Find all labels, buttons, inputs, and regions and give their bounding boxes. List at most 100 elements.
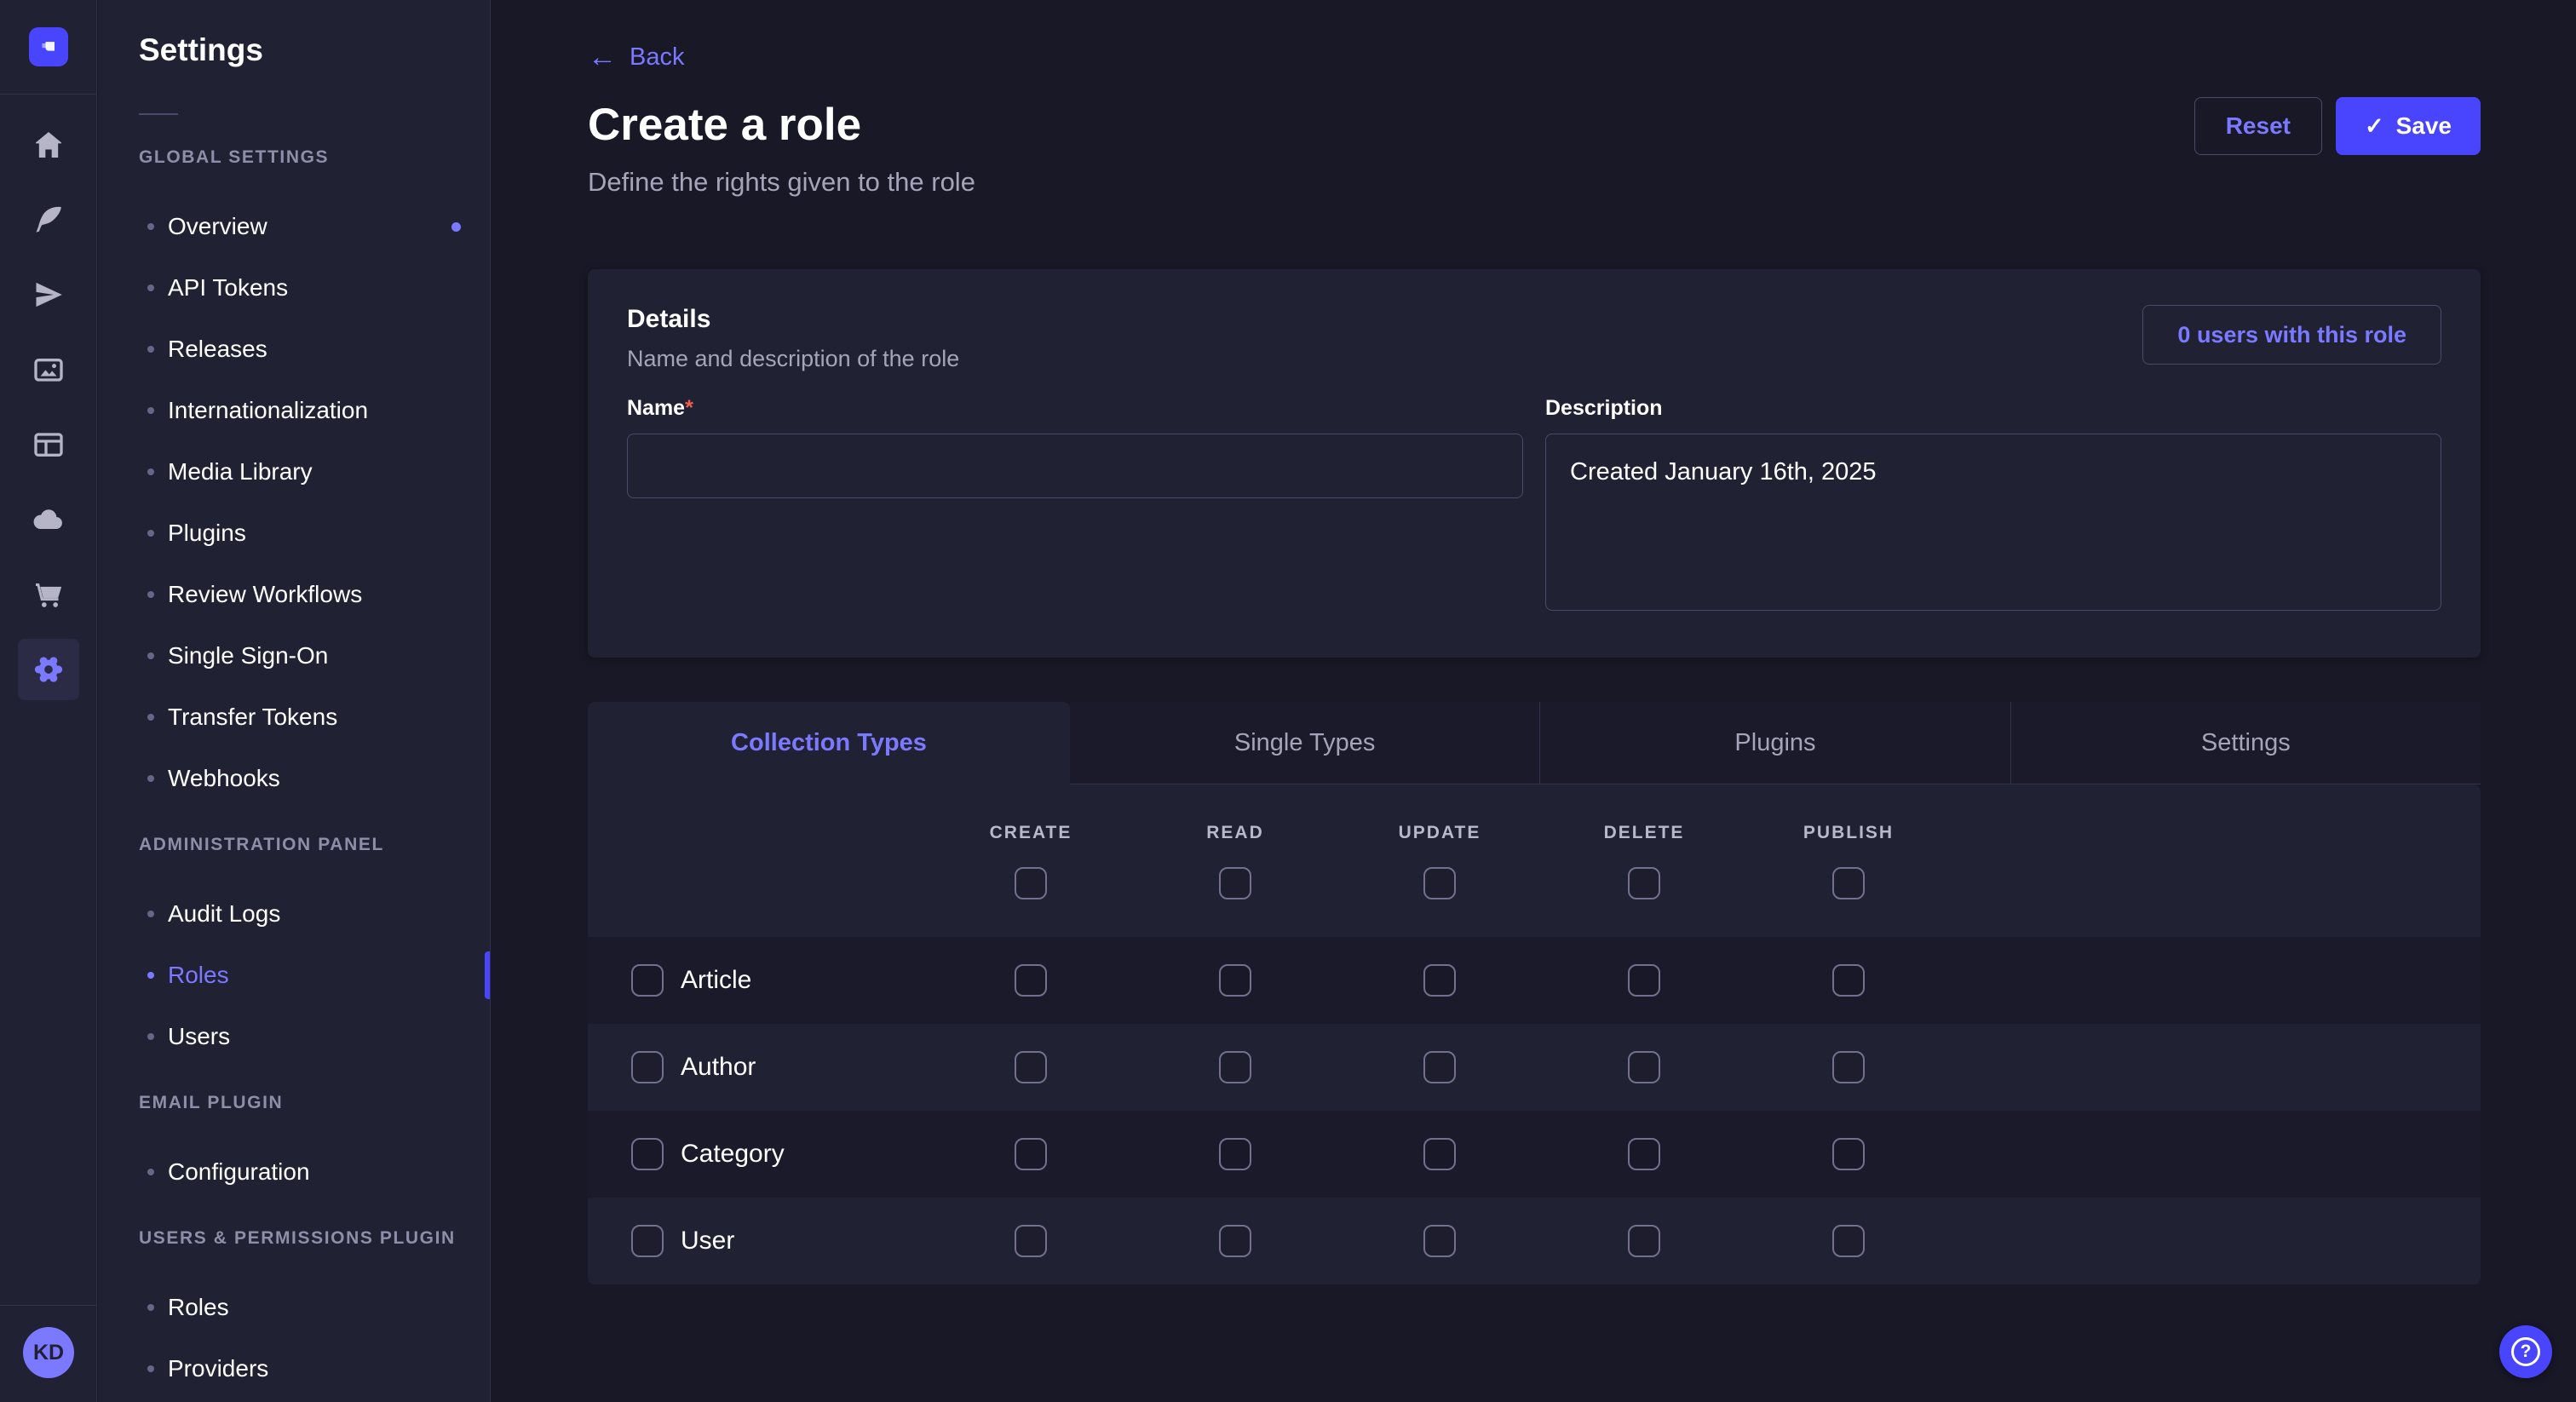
permission-cell: [929, 1051, 1133, 1083]
layout-icon[interactable]: [18, 414, 79, 475]
permission-checkbox[interactable]: [1423, 1138, 1456, 1170]
reset-button[interactable]: Reset: [2194, 97, 2322, 155]
sidebar-item-roles[interactable]: Roles: [98, 945, 490, 1006]
column-header-label: PUBLISH: [1803, 823, 1894, 843]
permission-checkbox[interactable]: [1832, 1138, 1865, 1170]
back-link[interactable]: ← Back: [588, 43, 684, 72]
paper-plane-icon[interactable]: [18, 264, 79, 325]
sidebar-item-label: Single Sign-On: [168, 642, 328, 669]
sidebar-item-media-library[interactable]: Media Library: [98, 441, 490, 503]
sidebar-item-single-sign-on[interactable]: Single Sign-On: [98, 625, 490, 687]
sidebar-item-transfer-tokens[interactable]: Transfer Tokens: [98, 687, 490, 748]
home-icon[interactable]: [18, 114, 79, 175]
permission-checkbox[interactable]: [1015, 1225, 1047, 1257]
bullet-icon: [147, 775, 154, 782]
tab-collection-types[interactable]: Collection Types: [588, 702, 1070, 784]
bullet-icon: [147, 530, 154, 537]
row-select-checkbox[interactable]: [631, 1051, 664, 1083]
sidebar-item-internationalization[interactable]: Internationalization: [98, 380, 490, 441]
cart-icon[interactable]: [18, 564, 79, 625]
permission-cell: [1746, 1138, 1951, 1170]
permission-cell: [1337, 1051, 1542, 1083]
table-row-user: User: [588, 1198, 2481, 1284]
permission-checkbox[interactable]: [1015, 1051, 1047, 1083]
permission-cell: [1542, 964, 1746, 997]
column-header-label: CREATE: [990, 823, 1072, 843]
sidebar-item-audit-logs[interactable]: Audit Logs: [98, 883, 490, 945]
details-card-titles: Details Name and description of the role: [627, 305, 959, 372]
select-all-checkbox[interactable]: [1628, 867, 1660, 899]
permission-checkbox[interactable]: [1219, 964, 1251, 997]
permission-cell: [1746, 1225, 1951, 1257]
subnav-section-heading: GLOBAL SETTINGS: [139, 146, 490, 170]
select-all-checkbox[interactable]: [1015, 867, 1047, 899]
header-spacer: [588, 784, 929, 937]
avatar[interactable]: KD: [23, 1327, 74, 1378]
description-textarea[interactable]: Created January 16th, 2025: [1545, 434, 2441, 611]
permission-cell: [1542, 1051, 1746, 1083]
permission-checkbox[interactable]: [1423, 1225, 1456, 1257]
tab-settings[interactable]: Settings: [2010, 702, 2481, 784]
permission-checkbox[interactable]: [1832, 964, 1865, 997]
permission-checkbox[interactable]: [1219, 1051, 1251, 1083]
sidebar-item-label: Webhooks: [168, 765, 280, 792]
sidebar-item-providers[interactable]: Providers: [98, 1338, 490, 1399]
active-item-indicator: [485, 951, 490, 999]
check-icon: ✓: [2365, 115, 2384, 138]
rail-divider-top: [0, 94, 96, 95]
sidebar-item-webhooks[interactable]: Webhooks: [98, 748, 490, 809]
permission-checkbox[interactable]: [1628, 1051, 1660, 1083]
tab-plugins[interactable]: Plugins: [1539, 702, 2010, 784]
permission-checkbox[interactable]: [1219, 1225, 1251, 1257]
select-all-checkbox[interactable]: [1832, 867, 1865, 899]
row-select-checkbox[interactable]: [631, 1138, 664, 1170]
name-input[interactable]: [627, 434, 1523, 498]
permission-checkbox[interactable]: [1423, 964, 1456, 997]
permissions-tablist: Collection TypesSingle TypesPluginsSetti…: [588, 702, 2481, 784]
permission-checkbox[interactable]: [1423, 1051, 1456, 1083]
sidebar-item-label: Media Library: [168, 458, 313, 486]
permission-checkbox[interactable]: [1628, 1225, 1660, 1257]
sidebar-item-releases[interactable]: Releases: [98, 319, 490, 380]
users-with-role-button[interactable]: 0 users with this role: [2142, 305, 2441, 365]
back-link-label: Back: [630, 43, 684, 72]
sidebar-item-api-tokens[interactable]: API Tokens: [98, 257, 490, 319]
sidebar-item-users[interactable]: Users: [98, 1006, 490, 1067]
help-button[interactable]: ?: [2499, 1325, 2552, 1378]
row-select-checkbox[interactable]: [631, 1225, 664, 1257]
permission-checkbox[interactable]: [1015, 964, 1047, 997]
subnav-section-heading: EMAIL PLUGIN: [139, 1091, 490, 1115]
subnav-section: GLOBAL SETTINGS OverviewAPI TokensRelease…: [98, 146, 490, 809]
gear-icon[interactable]: [18, 639, 79, 700]
row-select-checkbox[interactable]: [631, 964, 664, 997]
select-all-checkbox[interactable]: [1219, 867, 1251, 899]
details-card: Details Name and description of the role…: [588, 269, 2481, 658]
sidebar-item-plugins[interactable]: Plugins: [98, 503, 490, 564]
sidebar-item-review-workflows[interactable]: Review Workflows: [98, 564, 490, 625]
select-all-checkbox[interactable]: [1423, 867, 1456, 899]
bullet-icon: [147, 407, 154, 414]
sidebar-item-configuration[interactable]: Configuration: [98, 1141, 490, 1203]
tab-single-types[interactable]: Single Types: [1070, 702, 1539, 784]
save-button-label: Save: [2396, 112, 2452, 140]
permission-column-header: READ: [1133, 784, 1337, 937]
strapi-logo[interactable]: [29, 27, 68, 66]
permission-checkbox[interactable]: [1628, 964, 1660, 997]
permission-checkbox[interactable]: [1832, 1051, 1865, 1083]
sidebar-item-roles[interactable]: Roles: [98, 1277, 490, 1338]
permission-cell: [929, 964, 1133, 997]
cloud-icon[interactable]: [18, 489, 79, 550]
save-button[interactable]: ✓ Save: [2336, 97, 2481, 155]
sidebar-item-label: Plugins: [168, 520, 246, 547]
permission-checkbox[interactable]: [1015, 1138, 1047, 1170]
settings-subnav: Settings GLOBAL SETTINGSOverviewAPI Toke…: [98, 0, 491, 1402]
sidebar-item-overview[interactable]: Overview: [98, 196, 490, 257]
main-content: ← Back Create a role Define the rights g…: [588, 0, 2481, 1402]
feather-icon[interactable]: [18, 189, 79, 250]
permission-checkbox[interactable]: [1628, 1138, 1660, 1170]
header-actions: Reset ✓ Save: [2194, 97, 2481, 155]
permission-checkbox[interactable]: [1219, 1138, 1251, 1170]
media-library-icon[interactable]: [18, 339, 79, 400]
permissions-table: CREATEREADUPDATEDELETEPUBLISH ArticleAut…: [588, 784, 2481, 1284]
permission-checkbox[interactable]: [1832, 1225, 1865, 1257]
